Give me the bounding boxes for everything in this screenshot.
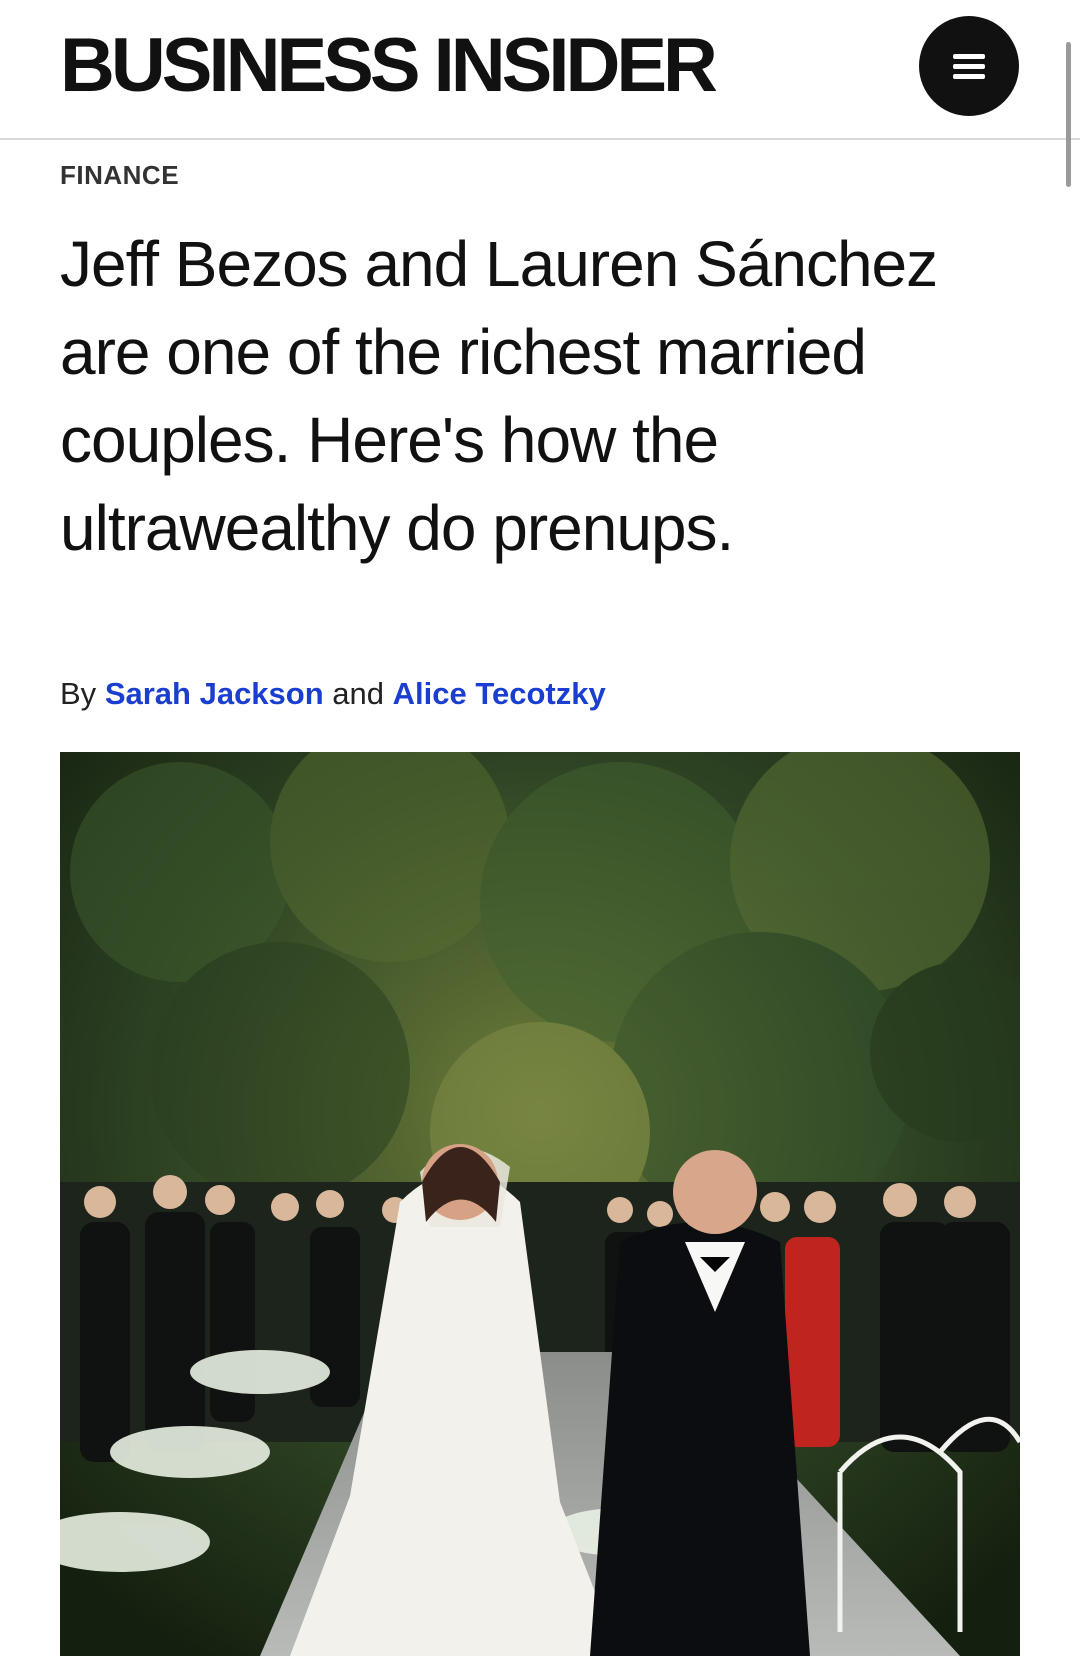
- hero-image: [60, 752, 1020, 1656]
- wedding-photo-illustration: [60, 752, 1020, 1656]
- byline-prefix: By: [60, 676, 97, 711]
- author-link-2[interactable]: Alice Tecotzky: [393, 676, 606, 711]
- page-scrollbar[interactable]: [1066, 42, 1071, 187]
- byline-joiner: and: [332, 676, 385, 711]
- section-label[interactable]: FINANCE: [60, 160, 179, 191]
- site-header: BUSINESS INSIDER: [0, 0, 1080, 140]
- author-link-1[interactable]: Sarah Jackson: [105, 676, 324, 711]
- byline: By Sarah Jackson and Alice Tecotzky: [60, 676, 606, 712]
- site-logo[interactable]: BUSINESS INSIDER: [60, 28, 718, 104]
- article-headline: Jeff Bezos and Lauren Sánchez are one of…: [60, 228, 938, 564]
- hamburger-menu-icon[interactable]: [919, 16, 1019, 116]
